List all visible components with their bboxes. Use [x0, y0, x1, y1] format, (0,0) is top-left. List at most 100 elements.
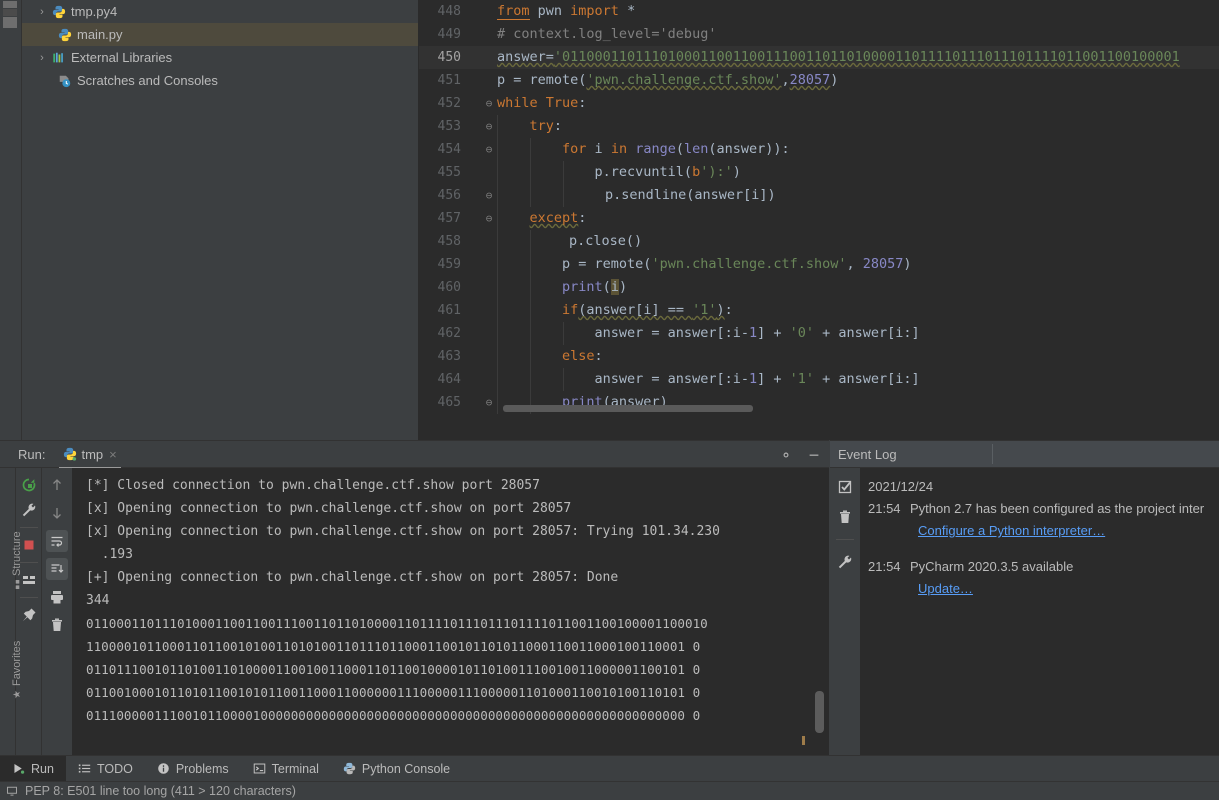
remote-host: 'pwn.challenge.ctf.show'	[586, 72, 782, 88]
scroll-to-end-icon[interactable]	[46, 558, 68, 580]
code-content[interactable]: while True:	[497, 92, 586, 115]
code-content[interactable]: answer='01100011011101000110011001110011…	[497, 46, 1180, 69]
chevron-right-icon[interactable]: ›	[34, 6, 50, 18]
answer-binary-string: '011000110111010001100110011100110110100…	[553, 49, 1180, 65]
event-log-toolbar	[830, 468, 860, 755]
code-fold-toggle[interactable]: ⊖	[483, 115, 495, 138]
gear-icon[interactable]	[779, 448, 793, 462]
console-line: [x] Opening connection to pwn.challenge.…	[86, 524, 720, 539]
configure-interpreter-link[interactable]: Configure a Python interpreter…	[918, 523, 1105, 538]
side-tab-favorites[interactable]: ★ Favorites	[11, 629, 23, 699]
wrench-icon[interactable]	[834, 551, 856, 573]
console-actions-toolbar	[42, 468, 72, 755]
tree-item-label: External Libraries	[71, 50, 173, 65]
arrow-up-icon[interactable]	[46, 474, 68, 496]
code-content[interactable]: answer = answer[:i-1] + '1' + answer[i:]	[497, 368, 920, 391]
code-content[interactable]: try:	[497, 115, 563, 138]
code-content[interactable]: print(i)	[497, 276, 627, 299]
code-content[interactable]: except:	[497, 207, 587, 230]
tree-item-external-libraries[interactable]: › External Libraries	[22, 46, 418, 69]
console-line: .193	[86, 547, 133, 562]
bottom-tab-todo[interactable]: TODO	[66, 756, 145, 782]
bottom-tab-python-console[interactable]: Python Console	[331, 756, 462, 782]
code-content[interactable]: p.close()	[497, 230, 642, 253]
tree-item-main-py[interactable]: main.py	[22, 23, 418, 46]
code-fold-toggle[interactable]: ⊖	[483, 391, 495, 414]
soft-wrap-icon[interactable]	[46, 530, 68, 552]
code-fold-toggle[interactable]: ⊖	[483, 207, 495, 230]
structure-icon	[13, 580, 22, 589]
code-content[interactable]: p = remote('pwn.challenge.ctf.show',2805…	[497, 69, 838, 92]
todo-icon	[78, 762, 91, 775]
arrow-down-icon[interactable]	[46, 502, 68, 524]
code-line-457: 457 ⊖ except:	[419, 207, 1219, 230]
bottom-tab-label: Run	[31, 761, 54, 776]
bottom-tab-run[interactable]: Run	[0, 755, 66, 782]
code-content[interactable]: p = remote('pwn.challenge.ctf.show', 280…	[497, 253, 912, 276]
code-content[interactable]: for i in range(len(answer)):	[497, 138, 790, 161]
run-console-output[interactable]: [*] Closed connection to pwn.challenge.c…	[72, 468, 829, 755]
bottom-tab-problems[interactable]: Problems	[145, 756, 241, 782]
line-number: 464	[437, 372, 461, 387]
code-line-451: 451 p = remote('pwn.challenge.ctf.show',…	[419, 69, 1219, 92]
update-link[interactable]: Update…	[918, 581, 973, 596]
code-content[interactable]: if(answer[i] == '1'):	[497, 299, 733, 322]
side-tab-label: Structure	[11, 531, 23, 576]
project-tree-panel[interactable]: › tmp.py4 main.py › External Libraries S…	[22, 0, 419, 440]
rail-stub-3	[3, 17, 17, 28]
console-line: [*] Closed connection to pwn.challenge.c…	[86, 478, 540, 493]
bottom-tab-terminal[interactable]: Terminal	[241, 756, 331, 782]
star-icon: ★	[11, 690, 23, 699]
side-tab-structure[interactable]: Structure	[11, 519, 23, 589]
code-line-449: 449 # context.log_level='debug'	[419, 23, 1219, 46]
mark-read-icon[interactable]	[834, 476, 856, 498]
print-icon[interactable]	[46, 586, 68, 608]
tree-item-scratches-and-consoles[interactable]: Scratches and Consoles	[22, 69, 418, 92]
code-line-462: 462 answer = answer[:i-1] + '0' + answer…	[419, 322, 1219, 345]
chevron-right-icon[interactable]: ›	[34, 52, 50, 64]
inspection-icon[interactable]	[6, 785, 18, 797]
console-line: [x] Opening connection to pwn.challenge.…	[86, 501, 572, 516]
code-line-460: 460 print(i)	[419, 276, 1219, 299]
code-content[interactable]: p.sendline(answer[i])	[497, 184, 776, 207]
trash-icon[interactable]	[834, 506, 856, 528]
editor-horizontal-scrollbar[interactable]	[503, 405, 753, 412]
line-number: 461	[437, 303, 461, 318]
code-fold-toggle[interactable]: ⊖	[483, 138, 495, 161]
wrench-icon[interactable]	[18, 499, 40, 521]
minimize-icon[interactable]	[807, 448, 821, 462]
run-tab-tmp[interactable]: tmp ×	[59, 442, 121, 469]
toolbar-separator	[19, 597, 38, 598]
code-line-452: 452 ⊖ while True:	[419, 92, 1219, 115]
run-tool-window: Run: tmp × Structure ★ Favorites [*] Clo…	[0, 440, 829, 755]
event-log-entry: 21:54 Python 2.7 has been configured as …	[868, 498, 1219, 520]
line-number: 463	[437, 349, 461, 364]
code-content[interactable]: # context.log_level='debug'	[497, 23, 716, 46]
line-number: 457	[437, 211, 461, 226]
event-time: 21:54	[868, 501, 901, 516]
event-log-body: 2021/12/24 21:54 Python 2.7 has been con…	[830, 468, 1219, 755]
code-content[interactable]: answer = answer[:i-1] + '0' + answer[i:]	[497, 322, 920, 345]
event-log-content[interactable]: 2021/12/24 21:54 Python 2.7 has been con…	[860, 468, 1219, 755]
rerun-icon[interactable]	[18, 474, 40, 496]
code-content[interactable]: else:	[497, 345, 603, 368]
run-window-body: Structure ★ Favorites [*] Closed connect…	[0, 468, 829, 755]
close-icon[interactable]: ×	[109, 447, 117, 462]
trash-icon[interactable]	[46, 614, 68, 636]
pin-icon[interactable]	[18, 604, 40, 626]
console-line: 344	[86, 593, 110, 608]
bottom-tab-label: TODO	[96, 761, 133, 776]
code-editor[interactable]: 448 from pwn import * 449 # context.log_…	[419, 0, 1219, 440]
event-log-date-row: 2021/12/24	[868, 476, 1219, 498]
code-line-463: 463 else:	[419, 345, 1219, 368]
python-icon	[63, 447, 77, 461]
run-label: Run:	[18, 446, 46, 462]
console-vertical-scrollbar[interactable]	[815, 691, 824, 733]
code-content[interactable]: from pwn import *	[497, 0, 635, 23]
run-actions-toolbar	[16, 468, 42, 755]
code-fold-toggle[interactable]: ⊖	[483, 92, 495, 115]
tree-item-tmp-py4[interactable]: › tmp.py4	[22, 0, 418, 23]
code-fold-toggle[interactable]: ⊖	[483, 184, 495, 207]
code-content[interactable]: p.recvuntil(b'):')	[497, 161, 741, 184]
